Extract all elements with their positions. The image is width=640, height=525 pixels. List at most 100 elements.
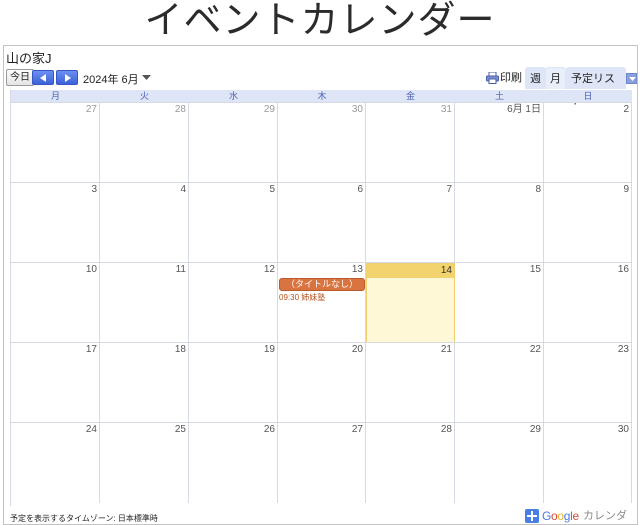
day-cell[interactable]: 13 （タイトルなし） 09:30 姉妹塾 [278, 263, 366, 343]
calendar-toolbar: 今日 2024年 6月 印刷 週 月 予定リスト [4, 66, 637, 107]
day-number[interactable]: 27 [352, 424, 363, 436]
day-number[interactable]: 16 [618, 264, 629, 276]
chevron-down-icon [629, 77, 636, 81]
day-number[interactable]: 28 [175, 104, 186, 116]
day-number[interactable]: 29 [530, 424, 541, 436]
month-grid: 月火水木金土日 27 28 29 30 31 6月 1日 2 3 4 5 6 7 8 9 10 11 12 13 （… [10, 90, 632, 506]
day-number[interactable]: 27 [86, 104, 97, 116]
weekday-label: 水 [228, 91, 238, 101]
day-number[interactable]: 13 [352, 264, 363, 276]
day-cell[interactable]: 19 [189, 343, 278, 423]
day-cell[interactable]: 8 [455, 183, 544, 263]
week-row: 24 25 26 27 28 29 30 [11, 422, 632, 503]
day-cell[interactable]: 7 [366, 183, 455, 263]
tab-agenda[interactable]: 予定リスト [566, 67, 626, 107]
weekday-label: 火 [139, 91, 149, 101]
day-cell[interactable]: 30 [278, 103, 366, 183]
week-row: 27 28 29 30 31 6月 1日 2 [11, 102, 632, 183]
prev-button[interactable] [32, 70, 54, 85]
weekday-label: 日 [583, 91, 593, 101]
day-number[interactable]: 2 [623, 104, 629, 116]
tab-month[interactable]: 月 [545, 67, 566, 89]
next-button[interactable] [56, 70, 78, 85]
day-cell[interactable]: 28 [366, 423, 455, 503]
day-number[interactable]: 15 [530, 264, 541, 276]
day-cell[interactable]: 6月 1日 [455, 103, 544, 183]
day-number[interactable]: 17 [86, 344, 97, 356]
day-cell[interactable]: 10 [11, 263, 100, 343]
day-number[interactable]: 19 [264, 344, 275, 356]
day-number[interactable]: 20 [352, 344, 363, 356]
day-cell[interactable]: 11 [100, 263, 189, 343]
day-cell[interactable]: 17 [11, 343, 100, 423]
today-button[interactable]: 今日 [6, 69, 34, 86]
day-number[interactable]: 24 [86, 424, 97, 436]
google-calendar-label: カレンダー [583, 510, 627, 525]
day-cell[interactable]: 16 [544, 263, 632, 343]
day-number[interactable]: 3 [91, 184, 97, 196]
day-number[interactable]: 9 [623, 184, 629, 196]
calendar-name: 山の家J [6, 51, 52, 66]
event-item[interactable]: 09:30 姉妹塾 [279, 293, 325, 303]
chevron-left-icon [40, 74, 46, 82]
day-number[interactable]: 6月 1日 [507, 104, 541, 116]
day-cell-today[interactable]: 14 [366, 263, 455, 343]
day-number[interactable]: 31 [441, 104, 452, 116]
day-cell[interactable]: 12 [189, 263, 278, 343]
current-date-label[interactable]: 2024年 6月 [83, 71, 139, 87]
tab-week[interactable]: 週 [525, 67, 546, 89]
day-number[interactable]: 12 [264, 264, 275, 276]
day-cell[interactable]: 15 [455, 263, 544, 343]
day-number[interactable]: 18 [175, 344, 186, 356]
day-cell[interactable]: 3 [11, 183, 100, 263]
day-cell[interactable]: 22 [455, 343, 544, 423]
view-menu-button[interactable] [626, 73, 637, 84]
day-number[interactable]: 7 [446, 184, 452, 196]
day-number[interactable]: 29 [264, 104, 275, 116]
day-number[interactable]: 10 [86, 264, 97, 276]
day-cell[interactable]: 26 [189, 423, 278, 503]
event-chip[interactable]: （タイトルなし） [279, 278, 365, 291]
day-cell[interactable]: 20 [278, 343, 366, 423]
day-number[interactable]: 26 [264, 424, 275, 436]
day-number[interactable]: 28 [441, 424, 452, 436]
day-cell[interactable]: 4 [100, 183, 189, 263]
day-cell[interactable]: 5 [189, 183, 278, 263]
day-cell[interactable]: 27 [278, 423, 366, 503]
day-cell[interactable]: 29 [189, 103, 278, 183]
chevron-right-icon [65, 74, 71, 82]
day-cell[interactable]: 30 [544, 423, 632, 503]
day-cell[interactable]: 25 [100, 423, 189, 503]
google-logo: Google [542, 509, 579, 523]
day-cell[interactable]: 28 [100, 103, 189, 183]
day-cell[interactable]: 27 [11, 103, 100, 183]
day-cell[interactable]: 31 [366, 103, 455, 183]
day-number[interactable]: 11 [176, 264, 186, 276]
day-number[interactable]: 6 [357, 184, 363, 196]
day-number[interactable]: 22 [530, 344, 541, 356]
day-number[interactable]: 30 [618, 424, 629, 436]
weekday-label: 木 [317, 91, 327, 101]
day-number[interactable]: 23 [618, 344, 629, 356]
google-calendar-badge[interactable]: Google カレンダー [525, 508, 637, 525]
day-cell[interactable]: 2 [544, 103, 632, 183]
day-cell[interactable]: 9 [544, 183, 632, 263]
day-number[interactable]: 25 [175, 424, 186, 436]
caret-down-icon[interactable] [142, 75, 151, 80]
day-cell[interactable]: 24 [11, 423, 100, 503]
printer-icon [486, 72, 499, 84]
day-cell[interactable]: 18 [100, 343, 189, 423]
day-number[interactable]: 30 [352, 104, 363, 116]
weekday-label: 土 [494, 91, 504, 101]
day-cell[interactable]: 23 [544, 343, 632, 423]
day-number[interactable]: 14 [441, 265, 452, 277]
day-number[interactable]: 8 [535, 184, 541, 196]
print-button[interactable]: 印刷 [486, 70, 522, 86]
calendar-widget: 山の家J 今日 2024年 6月 印刷 週 月 予定リスト 月火水木金土日 27… [3, 45, 638, 525]
day-number[interactable]: 4 [180, 184, 186, 196]
day-number[interactable]: 5 [269, 184, 275, 196]
day-cell[interactable]: 21 [366, 343, 455, 423]
day-cell[interactable]: 6 [278, 183, 366, 263]
day-cell[interactable]: 29 [455, 423, 544, 503]
day-number[interactable]: 21 [441, 344, 452, 356]
